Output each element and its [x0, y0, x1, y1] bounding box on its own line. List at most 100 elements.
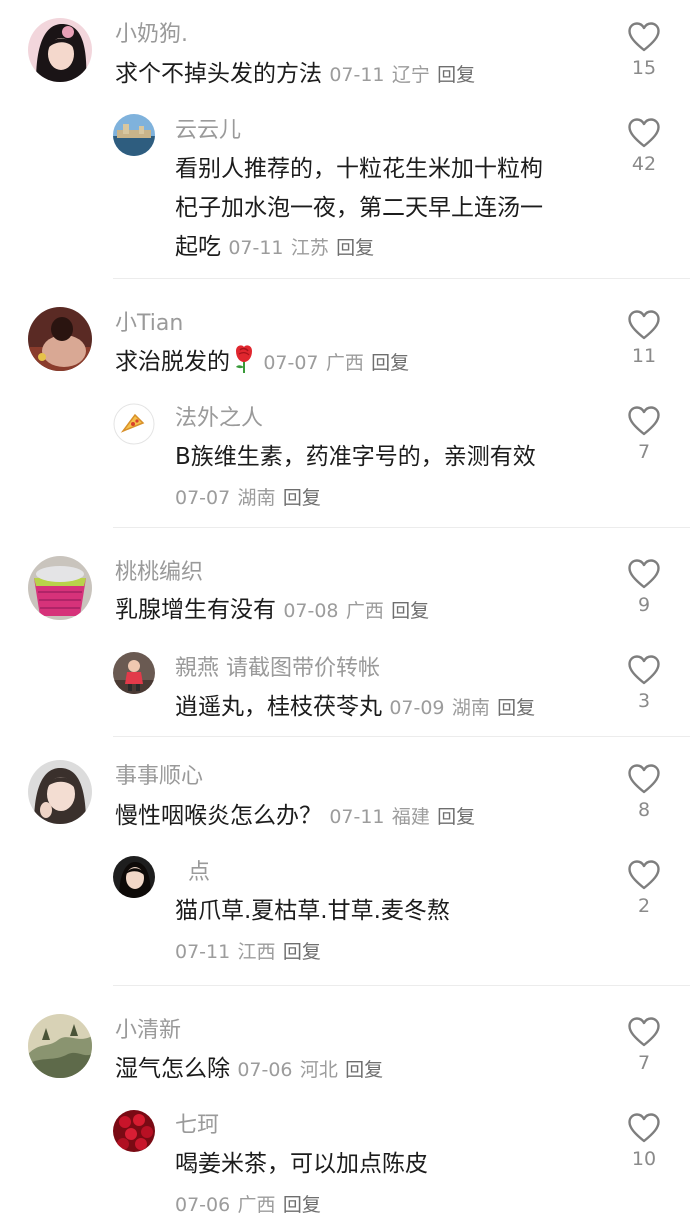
like-count: 7 [637, 441, 651, 463]
reply-line: 逍遥丸，桂枝茯苓丸 [175, 694, 382, 720]
avatar[interactable] [113, 652, 155, 694]
avatar[interactable] [28, 760, 92, 824]
like-button[interactable]: 11 [614, 310, 674, 367]
comment-body: 乳腺增生有没有 [115, 597, 276, 623]
reply-location: 湖南 [451, 697, 490, 719]
avatar[interactable] [113, 1110, 155, 1152]
reply-author[interactable]: 云云儿 [175, 116, 241, 146]
reply-date: 07-09 [389, 697, 445, 719]
heart-outline-icon [628, 559, 660, 589]
reply-meta: 07-06 广西 回复 [175, 1185, 321, 1225]
comment-location: 河北 [299, 1059, 338, 1081]
like-button[interactable]: 42 [614, 118, 674, 175]
like-count: 7 [637, 1052, 651, 1074]
heart-outline-icon [628, 310, 660, 340]
reply-date: 07-07 [175, 487, 231, 509]
like-count: 42 [631, 153, 657, 175]
heart-outline-icon [628, 860, 660, 890]
reply-meta: 07-07 湖南 回复 [175, 478, 321, 518]
heart-outline-icon [628, 406, 660, 436]
reply-line: 喝姜米茶，可以加点陈皮 [175, 1151, 428, 1177]
like-button[interactable]: 8 [614, 764, 674, 821]
heart-outline-icon [628, 764, 660, 794]
comment-date: 07-07 [263, 352, 319, 374]
comment-body: 慢性咽喉炎怎么办？ [115, 803, 322, 829]
comment-author[interactable]: 小清新 [115, 1016, 181, 1046]
like-button[interactable]: 7 [614, 1017, 674, 1074]
avatar[interactable] [28, 1014, 92, 1078]
like-count: 9 [637, 594, 651, 616]
reply-button[interactable]: 回复 [283, 941, 321, 963]
reply-author[interactable]: 法外之人 [175, 404, 263, 434]
comment-author[interactable]: 事事顺心 [115, 762, 203, 792]
reply-button[interactable]: 回复 [283, 487, 321, 509]
like-button[interactable]: 3 [614, 655, 674, 712]
like-button[interactable]: 7 [614, 406, 674, 463]
like-button[interactable]: 2 [614, 860, 674, 917]
avatar[interactable] [113, 114, 155, 156]
reply-date: 07-11 [228, 237, 284, 259]
comment-date: 07-08 [283, 600, 339, 622]
comment-body: 求个不掉头发的方法 [115, 61, 322, 87]
comment-author[interactable]: 小奶狗. [115, 20, 188, 50]
reply-author[interactable]: 七珂 [175, 1111, 219, 1141]
avatar[interactable] [28, 18, 92, 82]
comment-text: 求治脱发的 07-07 广西 回复 [115, 343, 409, 383]
like-count: 3 [637, 690, 651, 712]
like-count: 11 [631, 345, 657, 367]
like-count: 15 [631, 57, 657, 79]
reply-location: 江苏 [290, 237, 329, 259]
reply-line: 起吃 [175, 234, 221, 260]
avatar[interactable] [28, 307, 92, 371]
like-button[interactable]: 9 [614, 559, 674, 616]
comment-location: 广西 [345, 600, 384, 622]
divider [113, 527, 690, 528]
avatar[interactable] [113, 856, 155, 898]
divider [113, 736, 690, 737]
comment-text: 乳腺增生有没有 07-08 广西 回复 [115, 591, 429, 631]
heart-outline-icon [628, 22, 660, 52]
reply-button[interactable]: 回复 [336, 237, 374, 259]
like-count: 10 [631, 1148, 657, 1170]
reply-text: 起吃 07-11 江苏 回复 [175, 228, 374, 268]
reply-line: 看别人推荐的，十粒花生米加十粒枸 [175, 156, 543, 182]
avatar[interactable] [113, 403, 155, 445]
comment-location: 辽宁 [391, 64, 430, 86]
reply-button[interactable]: 回复 [497, 697, 535, 719]
comment-author[interactable]: 桃桃编织 [115, 558, 203, 588]
comment-author[interactable]: 小Tian [115, 309, 183, 339]
like-button[interactable]: 15 [614, 22, 674, 79]
reply-button[interactable]: 回复 [345, 1059, 383, 1081]
reply-button[interactable]: 回复 [283, 1194, 321, 1216]
reply-author[interactable]: 点 [188, 858, 210, 888]
heart-outline-icon [628, 655, 660, 685]
reply-line: 杞子加水泡一夜，第二天早上连汤一 [175, 195, 543, 221]
comment-text: 慢性咽喉炎怎么办？ 07-11 福建 回复 [115, 797, 475, 837]
comment-body: 求治脱发的 [115, 349, 230, 375]
reply-button[interactable]: 回复 [437, 806, 475, 828]
comment-text: 求个不掉头发的方法 07-11 辽宁 回复 [115, 55, 475, 95]
reply-button[interactable]: 回复 [437, 64, 475, 86]
like-count: 8 [637, 799, 651, 821]
comment-date: 07-06 [237, 1059, 293, 1081]
reply-location: 湖南 [237, 487, 276, 509]
heart-outline-icon [628, 1113, 660, 1143]
reply-date: 07-11 [175, 941, 231, 963]
reply-author[interactable]: 親燕 请截图带价转帐 [175, 654, 380, 684]
comment-location: 广西 [325, 352, 364, 374]
comment-body: 湿气怎么除 [115, 1056, 230, 1082]
comment-date: 07-11 [329, 64, 385, 86]
heart-outline-icon [628, 118, 660, 148]
like-button[interactable]: 10 [614, 1113, 674, 1170]
reply-line: 猫爪草.夏枯草.甘草.麦冬熬 [175, 898, 450, 924]
heart-outline-icon [628, 1017, 660, 1047]
rose-icon [232, 343, 256, 375]
reply-location: 江西 [237, 941, 276, 963]
reply-button[interactable]: 回复 [371, 352, 409, 374]
comment-text: 湿气怎么除 07-06 河北 回复 [115, 1050, 383, 1090]
avatar[interactable] [28, 556, 92, 620]
reply-location: 广西 [237, 1194, 276, 1216]
reply-line: B族维生素，药准字号的，亲测有效 [175, 444, 536, 470]
reply-button[interactable]: 回复 [391, 600, 429, 622]
comment-date: 07-11 [329, 806, 385, 828]
